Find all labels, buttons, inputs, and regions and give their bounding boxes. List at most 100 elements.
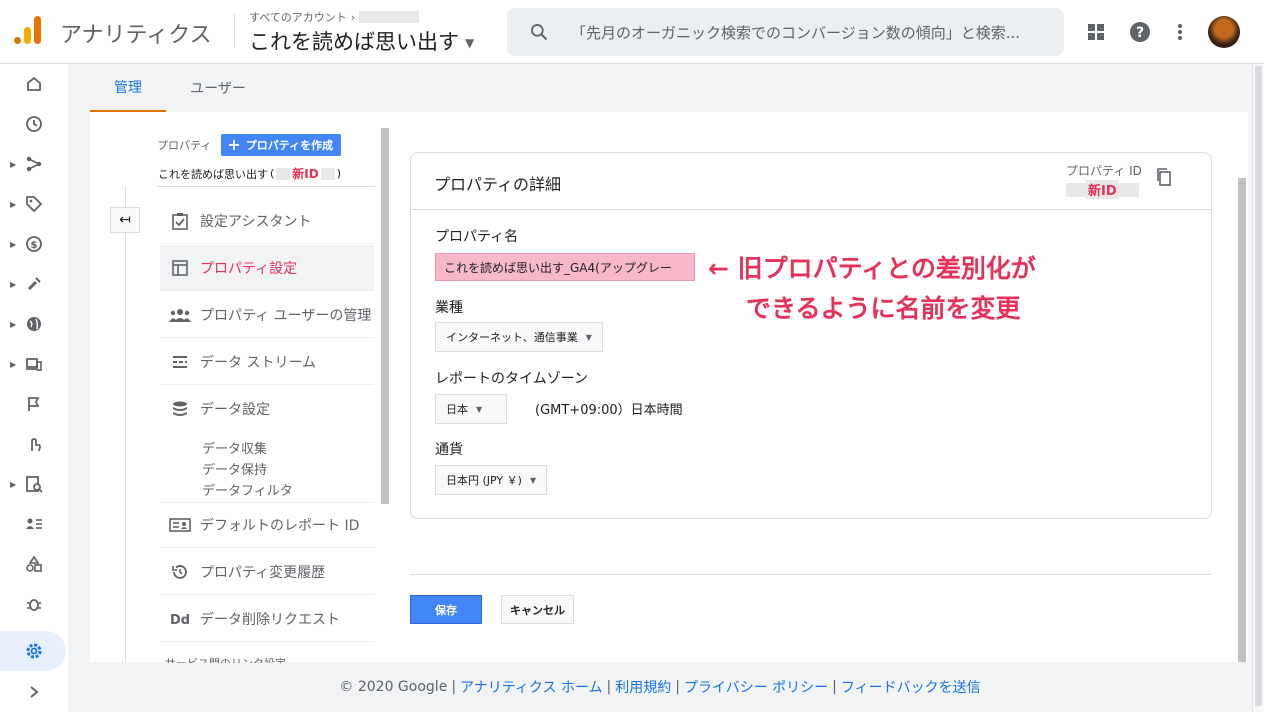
devices-icon (26, 358, 42, 371)
chevron-right-icon (30, 686, 39, 698)
touch-icon (31, 438, 41, 452)
property-selector-label: これを読めば思い出す (249, 30, 459, 54)
footer: © 2020 Google | アナリティクス ホーム | 利用規約 | プライ… (68, 662, 1252, 712)
menu-change-history[interactable]: プロパティ変更履歴 (160, 549, 374, 595)
history-icon (160, 563, 200, 581)
nav-custom-definitions[interactable] (0, 544, 68, 584)
property-name-label: プロパティ名 (435, 229, 519, 245)
card-title: プロパティの詳細 (434, 175, 562, 194)
tag-icon (26, 196, 43, 213)
redacted-id (1066, 182, 1086, 197)
column-scrollbar[interactable] (381, 128, 389, 504)
collapse-back-button[interactable]: ↤ (110, 207, 140, 233)
current-property-name: これを読めば思い出す (158, 167, 268, 181)
paren-close: ) (336, 167, 342, 180)
tab-admin[interactable]: 管理 (90, 64, 166, 112)
cancel-button[interactable]: キャンセル (501, 595, 574, 624)
admin-tabs: 管理 ユーザー (90, 64, 1252, 112)
industry-select[interactable]: インターネット、通信事業 ▼ (435, 322, 603, 352)
card-divider (411, 209, 1211, 210)
timezone-value: (GMT+09:00）日本時間 (535, 403, 683, 418)
user-avatar[interactable] (1208, 16, 1240, 48)
nav-tech[interactable]: ▶ (0, 344, 68, 384)
shapes-icon (26, 555, 42, 572)
paren-open: ( (270, 167, 275, 180)
new-id-tag: 新ID (292, 167, 319, 181)
layout-icon (160, 259, 200, 277)
nav-acquisition[interactable]: ▶ (0, 184, 68, 224)
currency-select[interactable]: 日本円 (JPY ￥) ▼ (435, 465, 548, 495)
redacted-id (320, 167, 335, 180)
nav-debugview[interactable] (0, 584, 68, 624)
nav-monetization[interactable]: ▶ $ (0, 224, 68, 264)
footer-separator: | (451, 679, 457, 695)
nav-events[interactable] (0, 384, 68, 424)
nav-audiences[interactable] (0, 504, 68, 544)
footer-link-terms[interactable]: 利用規約 (615, 677, 671, 697)
industry-select-value: インターネット、通信事業 (446, 331, 578, 344)
svg-text:Dd: Dd (170, 613, 190, 627)
flag-icon (28, 397, 40, 411)
nav-retention[interactable]: ▶ (0, 264, 68, 304)
nav-demographics[interactable]: ▶ (0, 304, 68, 344)
property-selector[interactable]: これを読めば思い出す ▼ (249, 26, 474, 56)
nav-admin[interactable] (0, 631, 68, 671)
submenu-data-collection[interactable]: データ収集 (202, 438, 267, 457)
apps-grid-icon[interactable] (1084, 20, 1108, 44)
property-heading: プロパティ (157, 139, 212, 152)
nav-realtime[interactable] (0, 104, 68, 144)
footer-separator: | (606, 679, 612, 695)
redacted-account (359, 11, 420, 23)
tab-user[interactable]: ユーザー (166, 64, 270, 112)
create-property-button[interactable]: + プロパティを作成 (221, 134, 342, 156)
timezone-country-value: 日本 (446, 403, 468, 416)
current-property[interactable]: これを読めば思い出す ( 新ID ) (158, 165, 341, 182)
menu-default-report-id[interactable]: デフォルトのレポート ID (160, 502, 374, 548)
property-name-input[interactable]: これを読めば思い出す_GA4(アップグレー (435, 253, 695, 281)
nav-conversions[interactable] (0, 424, 68, 464)
caret-down-icon: ▼ (465, 36, 475, 50)
nav-home[interactable] (0, 64, 68, 104)
nav-explorations[interactable]: ▶ (0, 464, 68, 504)
menu-property-users[interactable]: プロパティ ユーザーの管理 (160, 292, 374, 338)
copy-icon[interactable] (1155, 167, 1173, 191)
currency-select-value: 日本円 (JPY ￥) (446, 474, 522, 487)
property-id-label: プロパティ ID (1066, 164, 1142, 178)
account-breadcrumb-label: すべてのアカウント (249, 11, 347, 24)
new-id-tag: 新ID (1086, 180, 1119, 199)
flow-icon (26, 156, 42, 172)
copyright: © 2020 Google (339, 679, 448, 695)
bug-icon (27, 599, 41, 611)
details-scrollbar[interactable] (1238, 178, 1246, 662)
nav-expand[interactable] (0, 672, 68, 712)
more-vert-icon[interactable] (1168, 20, 1192, 44)
footer-link-analytics-home[interactable]: アナリティクス ホーム (460, 677, 603, 697)
submenu-data-filters[interactable]: データフィルタ (202, 480, 293, 499)
menu-data-settings[interactable]: データ設定 (160, 386, 374, 432)
page-scrollbar-thumb[interactable] (1255, 66, 1262, 706)
database-icon (160, 400, 200, 418)
timezone-country-select[interactable]: 日本 ▼ (435, 394, 507, 424)
home-icon (27, 76, 41, 91)
help-icon[interactable]: ? (1128, 20, 1152, 44)
annotation-line-2: できるように名前を変更 (746, 294, 1021, 323)
person-list-icon (26, 518, 42, 529)
menu-data-streams[interactable]: データ ストリーム (160, 339, 374, 385)
property-column-header: プロパティ + プロパティを作成 (157, 134, 342, 156)
currency-label: 通貨 (435, 442, 463, 458)
nav-lifecycle[interactable]: ▶ (0, 144, 68, 184)
account-breadcrumb[interactable]: すべてのアカウント › (249, 9, 420, 25)
menu-label: データ設定 (200, 402, 270, 418)
page-scrollbar[interactable] (1252, 64, 1264, 712)
footer-link-feedback[interactable]: フィードバックを送信 (841, 677, 981, 697)
expand-arrow-icon: ▶ (10, 479, 17, 489)
analytics-logo[interactable] (14, 16, 44, 46)
menu-data-deletion[interactable]: Dd データ削除リクエスト (160, 596, 374, 642)
save-button[interactable]: 保存 (410, 595, 482, 624)
expand-arrow-icon: ▶ (10, 159, 17, 169)
footer-link-privacy[interactable]: プライバシー ポリシー (684, 677, 828, 697)
submenu-data-retention[interactable]: データ保持 (202, 459, 267, 478)
menu-property-settings[interactable]: プロパティ設定 (160, 245, 374, 291)
search-bar[interactable]: 「先月のオーガニック検索でのコンバージョン数の傾向」と検索... (507, 8, 1064, 56)
menu-setup-assistant[interactable]: 設定アシスタント (160, 198, 374, 244)
